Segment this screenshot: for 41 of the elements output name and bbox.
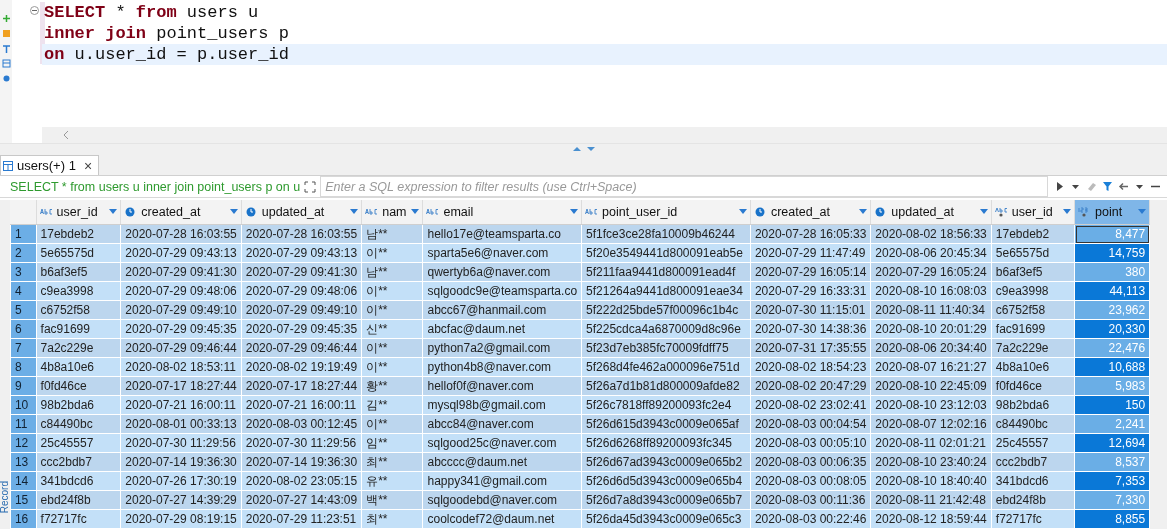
sort-dropdown-icon[interactable] (411, 209, 420, 215)
column-header[interactable]: updated_at (870, 200, 992, 225)
vertical-scrollbar[interactable] (1150, 200, 1167, 529)
grid-icon[interactable] (1, 59, 11, 68)
column-header[interactable]: point (1074, 200, 1150, 225)
text-type-icon (365, 207, 380, 217)
column-header[interactable]: created_at (750, 200, 871, 225)
filter-input[interactable]: Enter a SQL expression to filter results (use Ctrl+Space) (320, 176, 1048, 197)
table-icon (3, 160, 13, 171)
sort-dropdown-icon[interactable] (859, 209, 868, 215)
code-line: inner join point_users p (43, 23, 290, 44)
text-type-icon (994, 207, 1009, 217)
query-text: SELECT * from users u inner join point_users p on u (9, 179, 301, 194)
sort-dropdown-icon[interactable] (229, 209, 238, 215)
column-header[interactable]: nam (361, 200, 423, 225)
close-button[interactable]: × (79, 157, 93, 174)
sort-dropdown-icon[interactable] (1138, 209, 1147, 215)
column-header[interactable]: user_id (991, 200, 1075, 225)
add-icon[interactable] (1, 14, 11, 23)
sort-dropdown-icon[interactable] (979, 209, 988, 215)
text-type-icon (585, 207, 600, 217)
code-line: SELECT * from users u (43, 2, 260, 23)
back-arrow-icon[interactable] (1118, 181, 1129, 192)
column-header[interactable]: updated_at (241, 200, 362, 225)
column-header[interactable]: created_at (120, 200, 242, 225)
text-type-icon (39, 207, 54, 217)
scroll-left-icon[interactable] (62, 130, 70, 140)
sort-dropdown-icon[interactable] (738, 209, 747, 215)
expand-icon[interactable] (304, 180, 317, 193)
sort-dropdown-icon[interactable] (350, 209, 359, 215)
column-header[interactable]: user_id (36, 200, 121, 225)
results-tab[interactable]: users(+) 1 × (0, 155, 100, 175)
play-icon[interactable] (1054, 181, 1065, 192)
sort-dropdown-icon[interactable] (1063, 209, 1072, 215)
column-header[interactable]: point_user_id (581, 200, 751, 225)
text-type-icon (426, 207, 441, 217)
filter-icon[interactable] (1102, 181, 1113, 192)
sort-dropdown-icon[interactable] (570, 209, 579, 215)
sort-dropdown-icon[interactable] (109, 209, 118, 215)
collapse-icon[interactable] (30, 6, 39, 15)
column-header[interactable]: email (422, 200, 582, 225)
